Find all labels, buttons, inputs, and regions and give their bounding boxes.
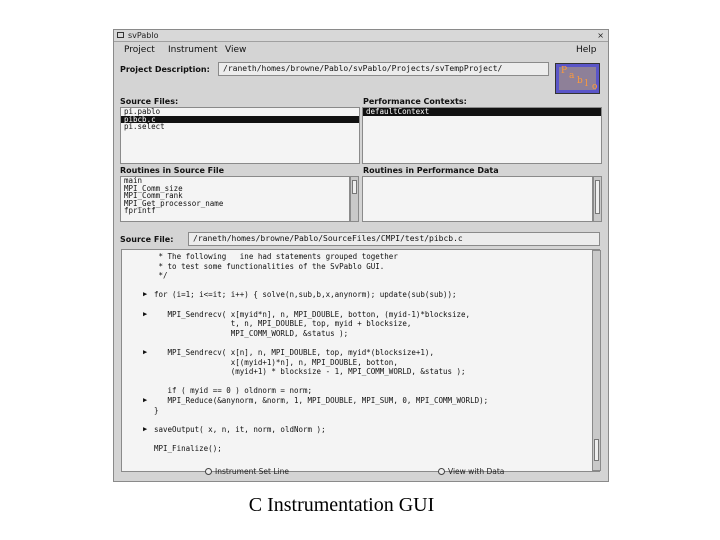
source-file-label: Source File:: [120, 235, 174, 244]
perf-routines-scrollbar[interactable]: [593, 176, 602, 222]
code-line[interactable]: */: [154, 271, 168, 280]
pablo-logo: P a b l o: [555, 63, 600, 94]
view-option-radio[interactable]: [438, 468, 445, 475]
code-line[interactable]: MPI_COMM_WORLD, &status );: [154, 329, 348, 338]
project-description-label: Project Description:: [120, 65, 210, 74]
performance-contexts-label: Performance Contexts:: [363, 97, 467, 106]
code-line[interactable]: saveOutput( x, n, it, norm, oldNorm );: [154, 425, 326, 434]
routines-scrollbar[interactable]: [350, 176, 359, 222]
source-code-view[interactable]: * The following ine had statements group…: [121, 249, 600, 472]
routines-in-source-label: Routines in Source File: [120, 166, 225, 175]
performance-context-item[interactable]: defaultContext: [363, 108, 601, 116]
logo-glyph: o: [592, 82, 598, 92]
scrollbar-thumb[interactable]: [595, 180, 600, 214]
menu-help[interactable]: Help: [576, 42, 597, 58]
instrument-arrow-icon[interactable]: ▶: [143, 290, 147, 298]
title-bar: svPablo ×: [114, 30, 608, 42]
instrument-arrow-icon[interactable]: ▶: [143, 310, 147, 318]
instrument-option-label: Instrument Set Line: [215, 467, 289, 476]
code-line[interactable]: * The following ine had statements group…: [154, 252, 398, 261]
svpablo-window: svPablo × Project Instrument View Help P…: [113, 29, 609, 482]
window-title: svPablo: [128, 31, 159, 40]
code-line[interactable]: MPI_Reduce(&anynorm, &norm, 1, MPI_DOUBL…: [154, 396, 489, 405]
scrollbar-thumb[interactable]: [594, 439, 599, 461]
logo-glyph: a: [569, 71, 575, 81]
instrument-arrow-icon[interactable]: ▶: [143, 396, 147, 404]
project-description-field[interactable]: /raneth/homes/browne/Pablo/svPablo/Proje…: [218, 62, 549, 76]
code-line[interactable]: for (i=1; i<=it; i++) { solve(n,sub,b,x,…: [154, 290, 457, 299]
window-menu-icon[interactable]: [117, 32, 124, 38]
instrument-arrow-icon[interactable]: ▶: [143, 425, 147, 433]
code-line[interactable]: (myid+1) * blocksize - 1, MPI_COMM_WORLD…: [154, 367, 466, 376]
source-files-list[interactable]: pi.pablo pibcb.c pi.select: [120, 107, 360, 164]
performance-contexts-list[interactable]: defaultContext: [362, 107, 602, 164]
source-file-item[interactable]: pi.pablo: [121, 108, 359, 116]
code-line[interactable]: t, n, MPI_DOUBLE, top, myid + blocksize,: [154, 319, 412, 328]
code-line[interactable]: * to test some functionalities of the Sv…: [154, 262, 385, 271]
bottom-options-bar: Instrument Set Line View with Data: [114, 463, 608, 481]
menu-bar: Project Instrument View Help: [114, 42, 608, 58]
instrument-option-radio[interactable]: [205, 468, 212, 475]
routine-item[interactable]: fprintf: [121, 207, 349, 215]
code-line[interactable]: }: [154, 406, 159, 415]
logo-glyph: P: [561, 66, 568, 76]
code-scrollbar[interactable]: [592, 250, 601, 471]
code-line[interactable]: x[(myid+1)*n], n, MPI_DOUBLE, botton,: [154, 358, 398, 367]
logo-glyph: b: [577, 76, 583, 86]
routines-in-perf-list[interactable]: [362, 176, 593, 222]
menu-view[interactable]: View: [225, 42, 246, 58]
source-files-label: Source Files:: [120, 97, 179, 106]
code-line[interactable]: if ( myid == 0 ) oldnorm = norm;: [154, 386, 313, 395]
instrument-arrow-icon[interactable]: ▶: [143, 348, 147, 356]
logo-glyph: l: [585, 79, 588, 89]
scrollbar-thumb[interactable]: [352, 180, 357, 194]
view-option-label: View with Data: [448, 467, 505, 476]
slide-caption: C Instrumentation GUI: [248, 494, 435, 516]
code-line[interactable]: MPI_Sendrecv( x[myid*n], n, MPI_DOUBLE, …: [154, 310, 471, 319]
source-file-item[interactable]: pi.select: [121, 123, 359, 131]
menu-project[interactable]: Project: [124, 42, 155, 58]
code-line[interactable]: MPI_Sendrecv( x[n], n, MPI_DOUBLE, top, …: [154, 348, 434, 357]
code-line[interactable]: MPI_Finalize();: [154, 444, 222, 453]
close-icon[interactable]: ×: [597, 30, 604, 41]
routines-in-source-list[interactable]: main MPI_Comm_size MPI_Comm_rank MPI_Get_pr…: [120, 176, 350, 222]
routines-in-perf-label: Routines in Performance Data: [363, 166, 499, 175]
menu-instrument[interactable]: Instrument: [168, 42, 218, 58]
source-file-field[interactable]: /raneth/homes/browne/Pablo/SourceFiles/C…: [188, 232, 600, 246]
